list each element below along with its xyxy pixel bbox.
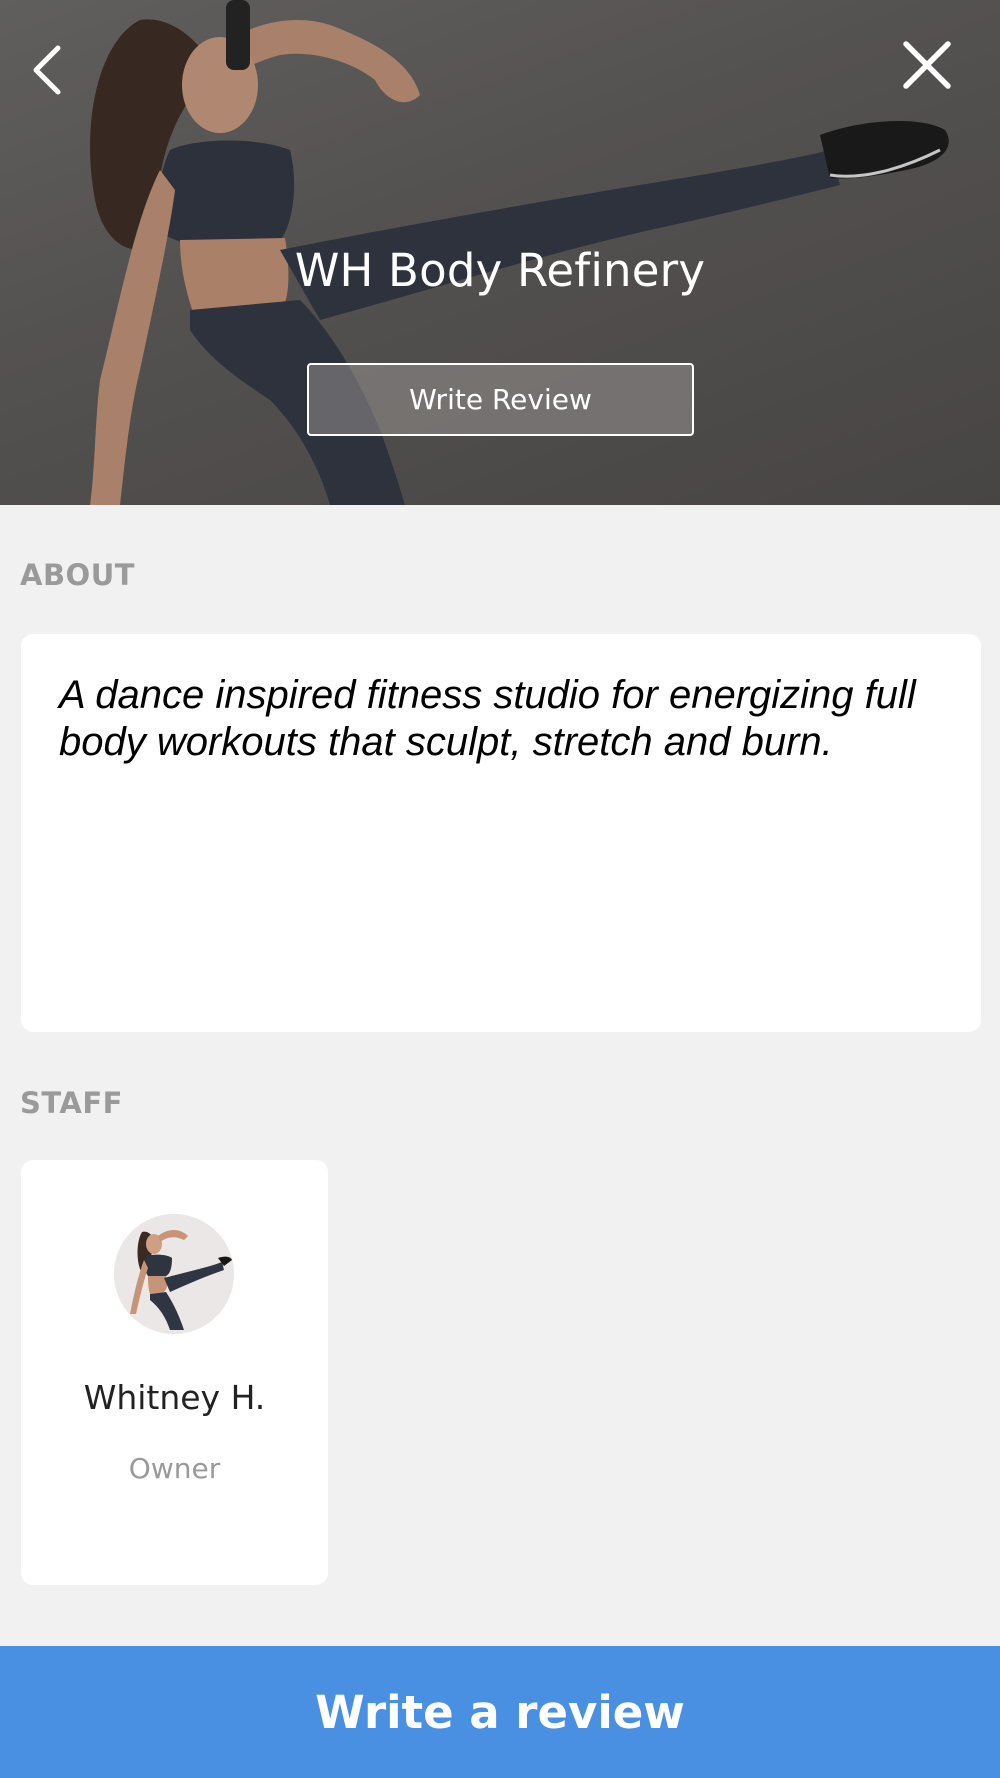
hero-banner: WH Body Refinery Write Review — [0, 0, 1000, 505]
about-section-label: ABOUT — [20, 558, 136, 592]
back-button[interactable] — [22, 38, 82, 98]
avatar — [114, 1214, 234, 1334]
write-review-button[interactable]: Write Review — [307, 363, 694, 436]
staff-card[interactable]: Whitney H. Owner — [21, 1160, 328, 1585]
write-a-review-button[interactable]: Write a review — [0, 1646, 1000, 1778]
staff-name: Whitney H. — [83, 1378, 266, 1417]
about-card: A dance inspired fitness studio for ener… — [21, 634, 981, 1032]
close-icon — [903, 41, 951, 89]
page-title: WH Body Refinery — [294, 244, 706, 297]
avatar-photo — [114, 1214, 234, 1334]
staff-section-label: STAFF — [20, 1086, 123, 1120]
chevron-left-icon — [33, 45, 61, 95]
staff-role: Owner — [128, 1452, 221, 1485]
close-button[interactable] — [896, 36, 958, 98]
about-description: A dance inspired fitness studio for ener… — [59, 673, 916, 764]
